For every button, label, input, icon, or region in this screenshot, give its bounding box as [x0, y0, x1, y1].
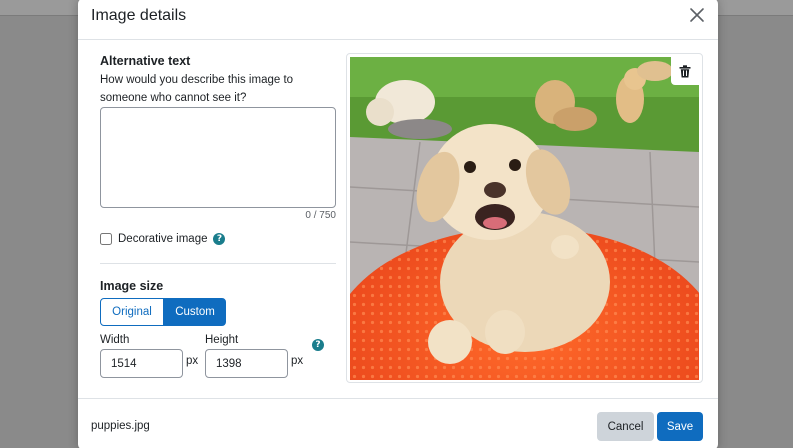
- width-unit: px: [186, 355, 199, 367]
- height-input[interactable]: [205, 349, 288, 378]
- width-input[interactable]: [100, 349, 183, 378]
- dialog-header: Image details: [78, 0, 718, 40]
- size-custom-button[interactable]: Custom: [164, 298, 226, 326]
- file-name: puppies.jpg: [91, 420, 150, 432]
- alt-text-label: Alternative text: [100, 54, 191, 68]
- size-help: ?: [312, 334, 324, 352]
- image-size-label: Image size: [100, 279, 164, 293]
- image-size-toggle: Original Custom: [100, 298, 226, 326]
- trash-icon: [679, 64, 691, 77]
- decorative-row: Decorative image ?: [100, 232, 226, 246]
- height-label: Height: [205, 334, 239, 346]
- alt-text-help: How would you describe this image to som…: [100, 74, 294, 104]
- size-original-button[interactable]: Original: [100, 298, 164, 326]
- image-preview: [350, 57, 699, 380]
- alt-text-input[interactable]: [100, 107, 336, 208]
- dialog-footer: puppies.jpg Cancel Save: [78, 398, 718, 448]
- image-preview-frame: [346, 53, 703, 383]
- close-button[interactable]: [689, 7, 705, 23]
- dialog-title: Image details: [91, 7, 187, 24]
- size-help-icon[interactable]: ?: [312, 339, 324, 351]
- decorative-checkbox[interactable]: [100, 233, 112, 245]
- puppies-photo: [350, 57, 699, 380]
- decorative-help-icon[interactable]: ?: [213, 233, 226, 245]
- cancel-button[interactable]: Cancel: [597, 412, 654, 441]
- decorative-label[interactable]: Decorative image: [118, 233, 207, 245]
- image-details-dialog: Image details Alternative text How would…: [78, 0, 718, 448]
- save-button[interactable]: Save: [657, 412, 703, 441]
- close-icon: [690, 8, 704, 22]
- section-divider: [100, 263, 336, 264]
- width-label: Width: [100, 334, 130, 346]
- alt-text-char-count: 0 / 750: [305, 210, 336, 221]
- delete-image-button[interactable]: [671, 57, 699, 85]
- height-unit: px: [291, 355, 304, 367]
